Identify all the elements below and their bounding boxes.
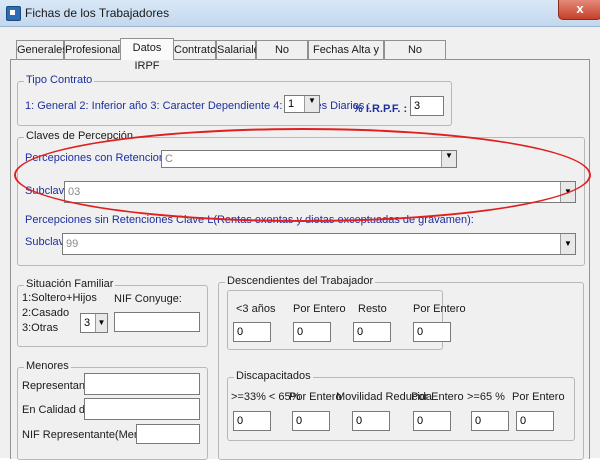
disc-input-5[interactable]: 0	[516, 411, 554, 431]
tipo-contrato-title: Tipo Contrato	[24, 74, 95, 86]
disc-input-3[interactable]: 0	[413, 411, 451, 431]
irpf-input[interactable]: 3	[410, 96, 444, 116]
desc-input-1[interactable]: 0	[293, 322, 331, 342]
tab-datos-irpf[interactable]: Datos IRPF	[120, 38, 174, 72]
sin-retenciones-label: Percepciones sin Retenciones Clave L(Ren…	[25, 214, 474, 226]
tab-no-residentes[interactable]: No Residentes	[384, 40, 446, 74]
desc-col-3: Por Entero	[413, 303, 466, 315]
chevron-down-icon[interactable]: ▼	[560, 182, 575, 202]
window-title: Fichas de los Trabajadores	[25, 6, 170, 20]
clave-select[interactable]: C ▼	[161, 150, 457, 168]
situacion-familiar-title: Situación Familiar	[24, 278, 116, 290]
descendientes-title: Descendientes del Trabajador	[225, 275, 376, 287]
representante-input[interactable]	[84, 373, 200, 395]
desc-input-2[interactable]: 0	[353, 322, 391, 342]
tab-contrato[interactable]: Contrato	[173, 40, 216, 59]
tipo-contrato-value: 1	[288, 98, 295, 110]
claves-percepcion-title: Claves de Percepción	[24, 130, 136, 142]
subclave2-value: 99	[66, 238, 79, 250]
desc-col-1: Por Entero	[293, 303, 346, 315]
subclave2-select[interactable]: 99 ▼	[62, 233, 576, 255]
disc-col-1: Por Entero	[289, 391, 342, 403]
situacion-value: 3	[84, 317, 91, 329]
desc-col-2: Resto	[358, 303, 387, 315]
tab-salariales[interactable]: Salariales	[216, 40, 265, 59]
disc-input-2[interactable]: 0	[352, 411, 390, 431]
tab-generales[interactable]: Generales	[16, 40, 68, 59]
nif-conyuge-label: NIF Conyuge:	[114, 293, 182, 305]
chevron-down-icon[interactable]: ▼	[441, 151, 456, 167]
desc-input-0[interactable]: 0	[233, 322, 271, 342]
chevron-down-icon[interactable]: ▼	[95, 314, 107, 332]
chevron-down-icon[interactable]: ▼	[560, 234, 575, 254]
subclave-select[interactable]: 03 ▼	[64, 181, 576, 203]
subclave-value: 03	[68, 186, 81, 198]
disc-col-3: Por Entero	[411, 391, 464, 403]
nif-representante-input[interactable]	[136, 424, 200, 444]
tipo-contrato-select[interactable]: 1 ▼	[284, 95, 320, 113]
disc-col-4: >=65 %	[467, 391, 505, 403]
desc-input-3[interactable]: 0	[413, 322, 451, 342]
calidad-input[interactable]	[84, 398, 200, 420]
irpf-label: % I.R.P.F. :	[353, 103, 408, 115]
nif-conyuge-input[interactable]	[114, 312, 200, 332]
tab-fechas-alta-baja[interactable]: Fechas Alta y Baja	[308, 40, 384, 74]
tab-bar: Generales Profesionales Datos IRPF Contr…	[16, 38, 446, 74]
disc-input-4[interactable]: 0	[471, 411, 509, 431]
disc-input-1[interactable]: 0	[292, 411, 330, 431]
desc-col-0: <3 años	[236, 303, 276, 315]
situacion-select[interactable]: 3 ▼	[80, 313, 108, 333]
app-icon	[6, 6, 21, 21]
discapacitados-title: Discapacitados	[234, 370, 313, 382]
chevron-down-icon[interactable]: ▼	[304, 96, 319, 112]
menores-title: Menores	[24, 360, 71, 372]
clave-value: C	[165, 153, 173, 165]
situacion-opt1: 1:Soltero+Hijos	[22, 292, 97, 304]
situacion-opt2: 2:Casado	[22, 307, 70, 319]
discapacitados-group: Discapacitados	[227, 370, 575, 441]
tab-profesionales[interactable]: Profesionales	[64, 40, 132, 59]
disc-col-5: Por Entero	[512, 391, 565, 403]
application-window: Fichas de los Trabajadores x Generales P…	[0, 0, 600, 460]
situacion-opt3: 3:Otras	[22, 322, 59, 334]
disc-input-0[interactable]: 0	[233, 411, 271, 431]
title-bar: Fichas de los Trabajadores x	[0, 0, 600, 27]
close-button[interactable]: x	[558, 0, 600, 20]
tab-no-salariales[interactable]: No Salariales	[256, 40, 308, 74]
